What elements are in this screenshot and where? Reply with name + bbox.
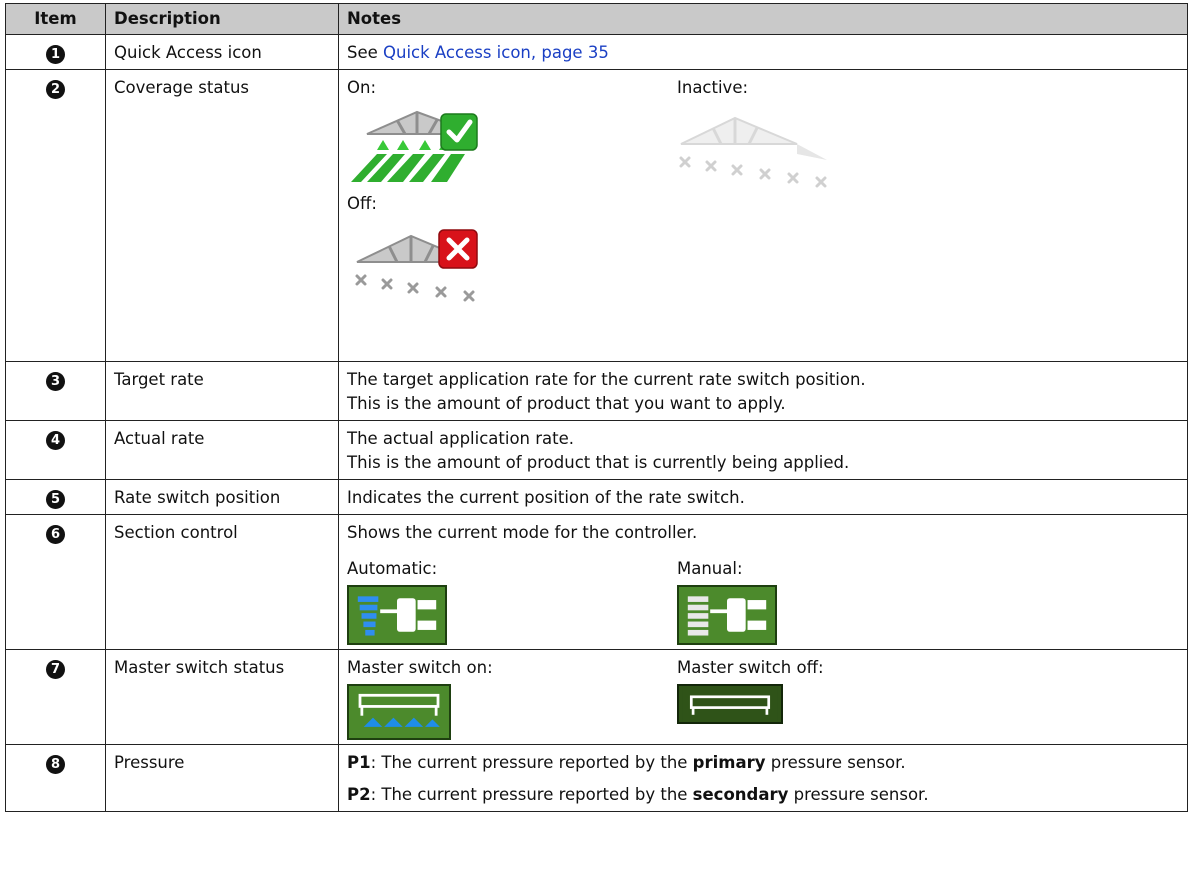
coverage-off-label: Off:: [347, 194, 377, 213]
table-header-row: Item Description Notes: [5, 3, 1188, 35]
notes-cell: P1: The current pressure reported by the…: [338, 744, 1188, 812]
coverage-on-label: On:: [347, 78, 377, 97]
item-number-badge: 4: [46, 431, 65, 450]
master-switch-off-icon: [677, 684, 783, 724]
notes-line: The target application rate for the curr…: [347, 370, 866, 389]
notes-cell: The actual application rate. This is the…: [338, 420, 1188, 480]
p2-bold: secondary: [692, 785, 789, 804]
notes-line: This is the amount of product that is cu…: [347, 453, 850, 472]
notes-cell: On: Off: Inactive:: [338, 69, 1188, 362]
item-number-badge: 6: [46, 525, 65, 544]
section-auto-label: Automatic:: [347, 559, 438, 578]
table-row: 7 Master switch status Master switch on:: [5, 649, 1188, 745]
notes-text: See: [347, 43, 384, 62]
description-cell: Rate switch position: [105, 479, 339, 515]
p2-text: : The current pressure reported by the: [370, 785, 693, 804]
p1-bold: primary: [692, 753, 766, 772]
section-auto-icon: [347, 585, 447, 645]
description-cell: Master switch status: [105, 649, 339, 745]
items-table: Item Description Notes 1 Quick Access ic…: [5, 3, 1188, 812]
notes-line: This is the amount of product that you w…: [347, 394, 786, 413]
p2-text-end: pressure sensor.: [788, 785, 929, 804]
description-cell: Actual rate: [105, 420, 339, 480]
description-cell: Quick Access icon: [105, 34, 339, 70]
master-switch-on-label: Master switch on:: [347, 658, 493, 677]
notes-line: The actual application rate.: [347, 429, 575, 448]
quick-access-link[interactable]: Quick Access icon, page 35: [383, 43, 609, 62]
p2-label: P2: [347, 785, 371, 804]
table-row: 6 Section control Shows the current mode…: [5, 514, 1188, 650]
header-description: Description: [105, 3, 339, 35]
item-number-badge: 8: [46, 755, 65, 774]
coverage-inactive-label: Inactive:: [677, 78, 749, 97]
notes-cell: Shows the current mode for the controlle…: [338, 514, 1188, 650]
section-manual-icon: [677, 585, 777, 645]
p1-label: P1: [347, 753, 371, 772]
notes-line: Shows the current mode for the controlle…: [347, 523, 698, 542]
description-cell: Coverage status: [105, 69, 339, 362]
master-switch-off-label: Master switch off:: [677, 658, 824, 677]
table-row: 4 Actual rate The actual application rat…: [5, 420, 1188, 480]
description-cell: Section control: [105, 514, 339, 650]
table-row: 2 Coverage status On: Off: Inactive:: [5, 69, 1188, 362]
header-notes: Notes: [338, 3, 1188, 35]
item-number-badge: 7: [46, 660, 65, 679]
master-switch-on-icon: [347, 684, 451, 740]
item-number-badge: 5: [46, 490, 65, 509]
pressure-p1-line: P1: The current pressure reported by the…: [347, 751, 1179, 775]
coverage-inactive-icon: [679, 116, 827, 188]
p1-text: : The current pressure reported by the: [370, 753, 693, 772]
notes-cell: Master switch on: Master switch off:: [338, 649, 1188, 745]
coverage-off-icon: [355, 229, 478, 302]
item-number-badge: 2: [46, 80, 65, 99]
table-row: 3 Target rate The target application rat…: [5, 361, 1188, 421]
p1-text-end: pressure sensor.: [765, 753, 906, 772]
description-cell: Target rate: [105, 361, 339, 421]
table-row: 5 Rate switch position Indicates the cur…: [5, 479, 1188, 515]
item-number-badge: 3: [46, 372, 65, 391]
section-manual-label: Manual:: [677, 559, 743, 578]
table-row: 1 Quick Access icon See Quick Access ico…: [5, 34, 1188, 70]
notes-cell: The target application rate for the curr…: [338, 361, 1188, 421]
table-row: 8 Pressure P1: The current pressure repo…: [5, 744, 1188, 812]
notes-cell: Indicates the current position of the ra…: [338, 479, 1188, 515]
header-item: Item: [5, 3, 106, 35]
pressure-p2-line: P2: The current pressure reported by the…: [347, 783, 1179, 807]
description-cell: Pressure: [105, 744, 339, 812]
notes-cell: See Quick Access icon, page 35: [338, 34, 1188, 70]
item-number-badge: 1: [46, 45, 65, 64]
coverage-on-icon: [351, 110, 478, 182]
